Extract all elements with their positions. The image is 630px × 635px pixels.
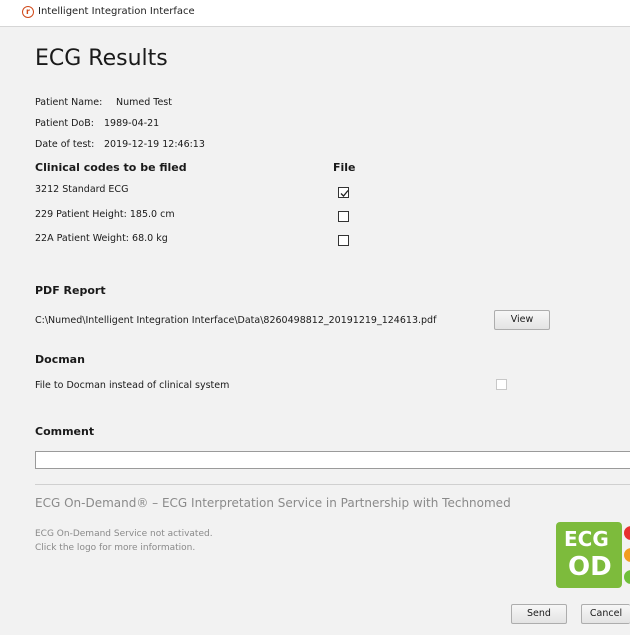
ecg-service-heading: ECG On-Demand® – ECG Interpretation Serv… <box>35 496 511 510</box>
test-date-label: Date of test: <box>35 139 95 150</box>
logo-green-dot <box>624 570 630 584</box>
patient-name-value: Numed Test <box>116 97 172 108</box>
pdf-report-header: PDF Report <box>35 284 106 297</box>
app-logo-icon: r <box>22 6 34 18</box>
file-patient-weight-checkbox[interactable] <box>338 235 349 246</box>
checkmark-icon <box>340 190 349 197</box>
logo-text-top: ECG <box>564 527 609 551</box>
logo-box: ECG OD <box>556 522 622 588</box>
docman-option-label: File to Docman instead of clinical syste… <box>35 380 230 391</box>
code-item-patient-weight: 22A Patient Weight: 68.0 kg <box>35 233 168 244</box>
patient-dob-label: Patient DoB: <box>35 118 94 129</box>
logo-red-dot <box>624 526 630 540</box>
pdf-path: C:\Numed\Intelligent Integration Interfa… <box>35 315 437 326</box>
clinical-codes-header: Clinical codes to be filed <box>35 161 187 174</box>
file-patient-height-checkbox[interactable] <box>338 211 349 222</box>
send-button[interactable]: Send <box>511 604 567 624</box>
test-date-value: 2019-12-19 12:46:13 <box>104 139 205 150</box>
file-standard-ecg-checkbox[interactable] <box>338 187 349 198</box>
docman-header: Docman <box>35 353 85 366</box>
code-item-patient-height: 229 Patient Height: 185.0 cm <box>35 209 175 220</box>
file-column-header: File <box>333 161 356 174</box>
section-divider <box>35 484 630 485</box>
logo-orange-dot <box>624 548 630 562</box>
file-to-docman-checkbox[interactable] <box>496 379 507 390</box>
ecg-on-demand-logo[interactable]: ECG OD <box>556 522 630 588</box>
patient-dob-value: 1989-04-21 <box>104 118 160 129</box>
window-title: Intelligent Integration Interface <box>38 6 195 17</box>
comment-header: Comment <box>35 425 95 438</box>
patient-name-label: Patient Name: <box>35 97 103 108</box>
logo-text-bottom: OD <box>568 552 612 582</box>
ecg-status-line2: Click the logo for more information. <box>35 543 196 553</box>
code-item-standard-ecg: 3212 Standard ECG <box>35 184 129 195</box>
page-title: ECG Results <box>35 46 168 71</box>
title-bar: r Intelligent Integration Interface <box>0 0 630 27</box>
ecg-status-line1: ECG On-Demand Service not activated. <box>35 529 213 539</box>
comment-input[interactable] <box>35 451 630 469</box>
view-pdf-button[interactable]: View <box>494 310 550 330</box>
cancel-button[interactable]: Cancel <box>581 604 630 624</box>
